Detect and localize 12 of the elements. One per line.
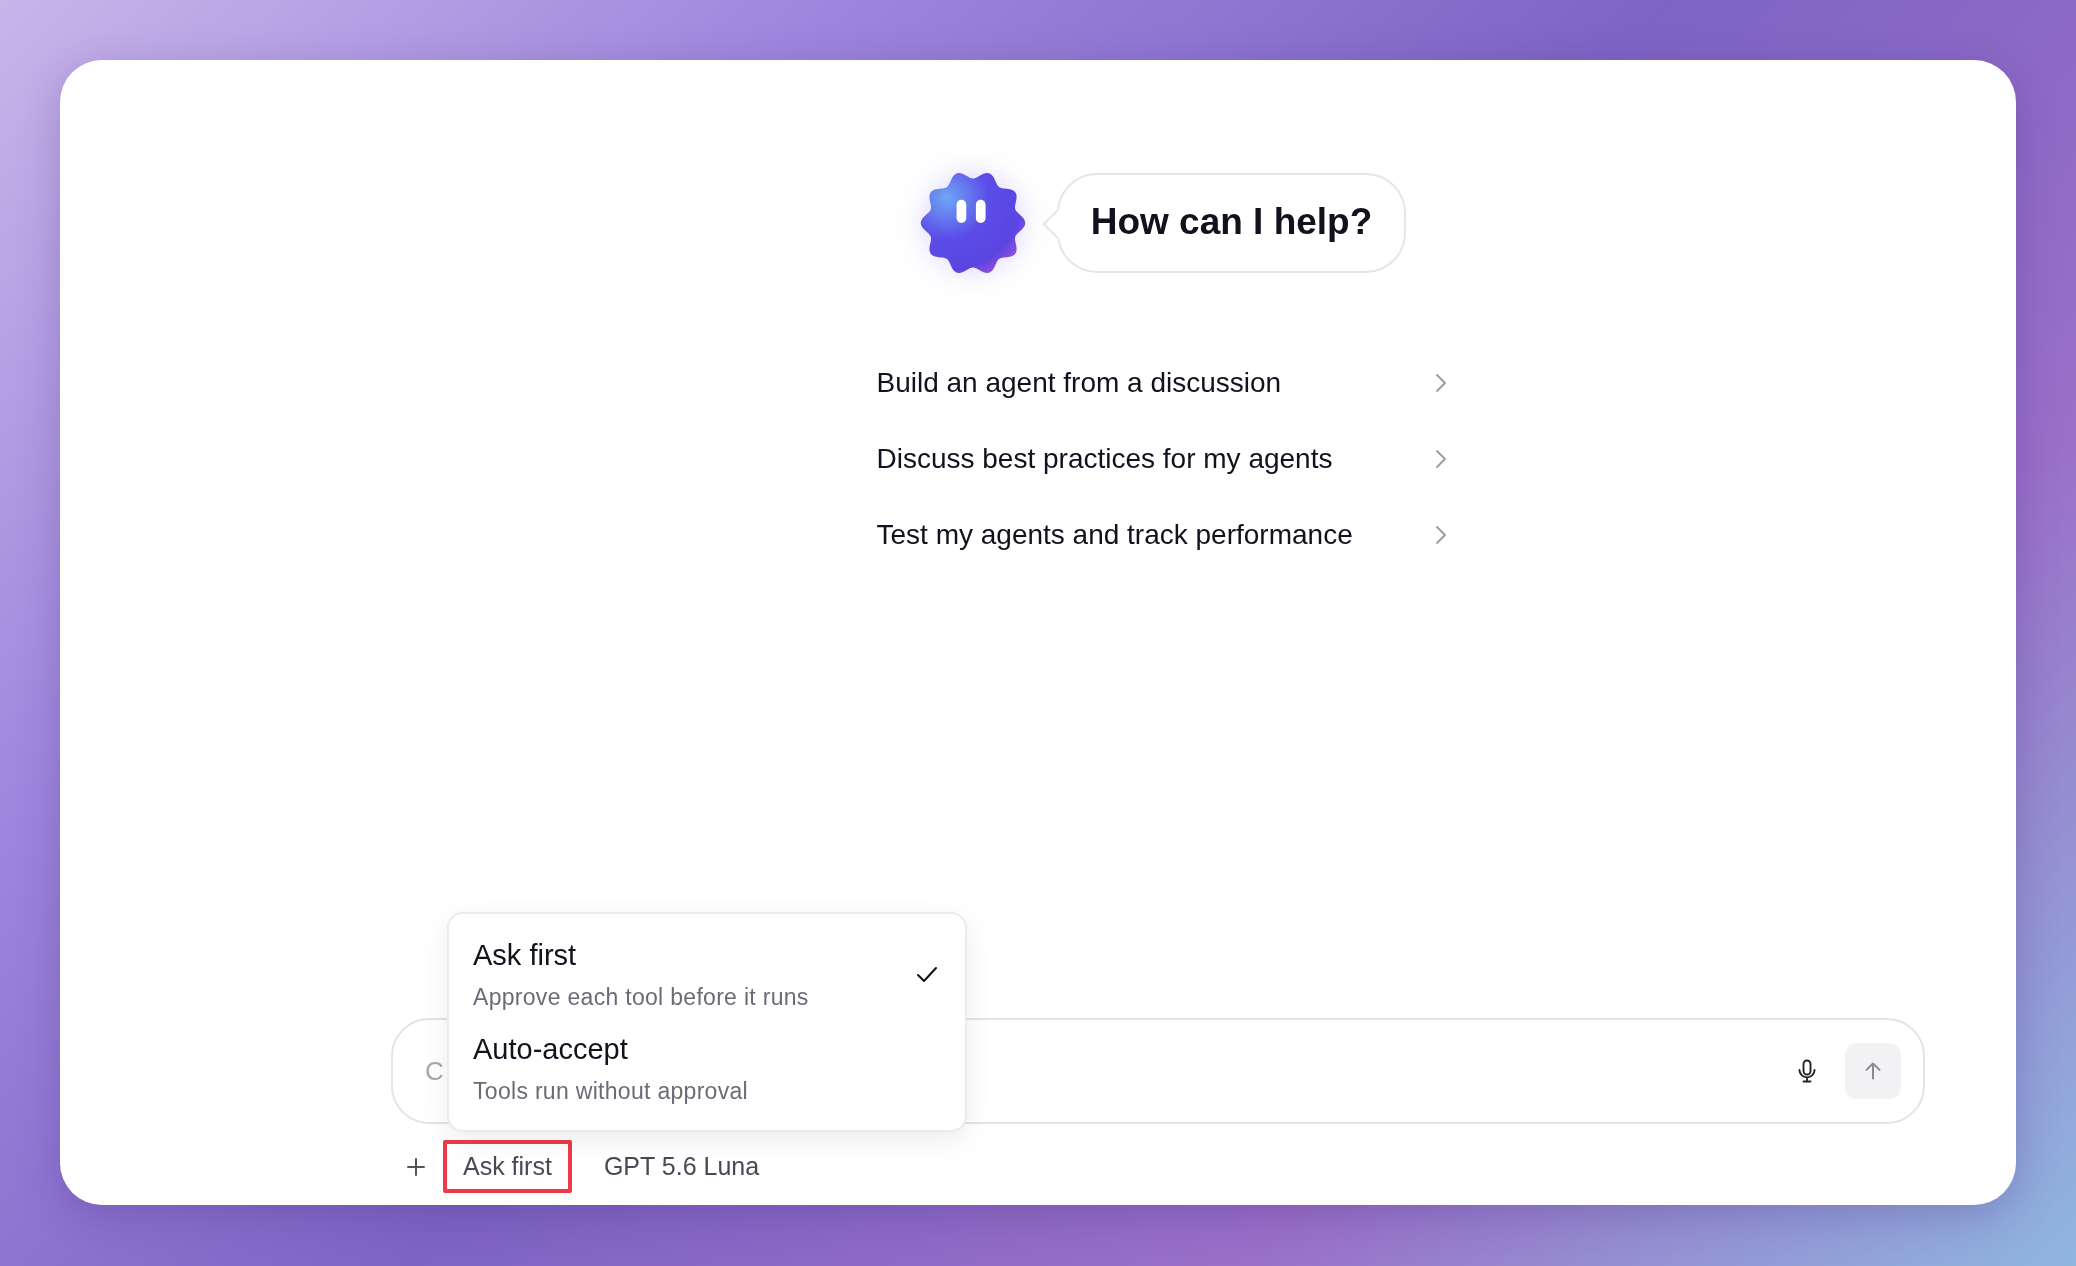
- chevron-icon: [1434, 373, 1447, 393]
- add-icon[interactable]: [405, 1155, 427, 1178]
- chevron-icon: [1434, 525, 1447, 545]
- greeting-text: How can I help?: [1090, 201, 1373, 242]
- input-placeholder: C: [425, 1055, 444, 1087]
- suggestion-item[interactable]: Discuss best practices for my agents: [876, 421, 1447, 497]
- suggestion-item[interactable]: Build an agent from a discussion: [876, 345, 1447, 421]
- chevron-icon: [1434, 449, 1447, 469]
- menu-option[interactable]: Auto-accept Tools run without approval: [449, 1022, 965, 1116]
- model-selector[interactable]: GPT 5.6 Luna: [583, 1140, 780, 1193]
- mode-selector[interactable]: Ask first: [443, 1140, 572, 1193]
- suggestion-item[interactable]: Test my agents and track performance: [876, 497, 1447, 573]
